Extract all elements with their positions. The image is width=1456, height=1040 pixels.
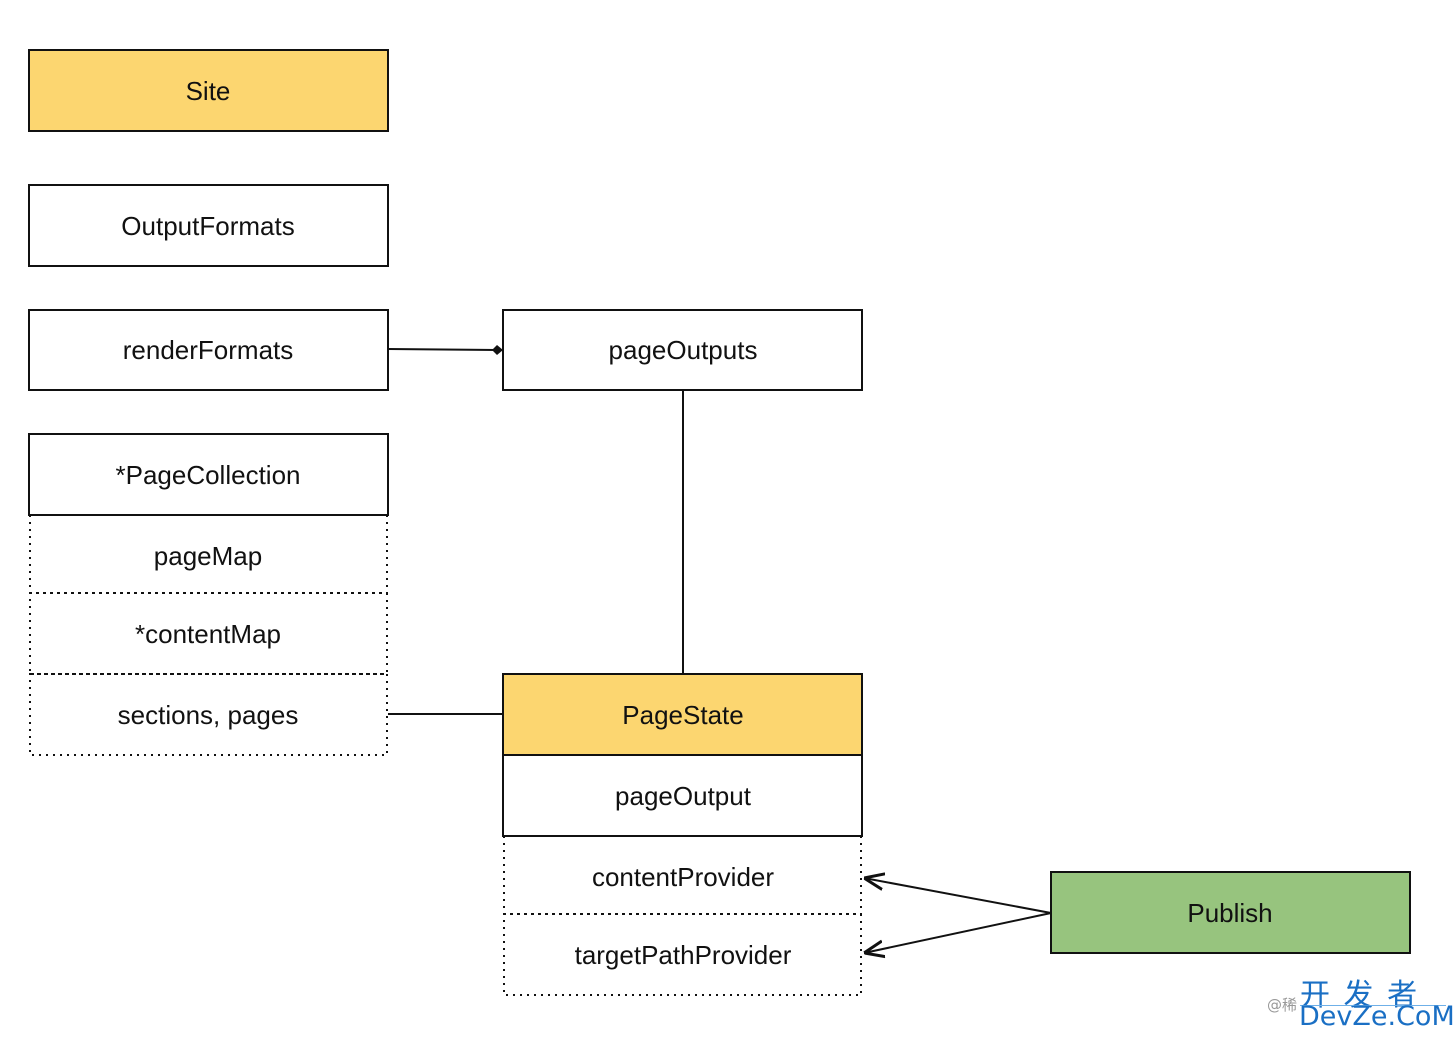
- box-page-map-label: pageMap: [154, 541, 262, 571]
- box-output-formats: OutputFormats: [28, 184, 389, 267]
- box-content-provider: contentProvider: [503, 835, 862, 915]
- box-page-output-label: pageOutput: [615, 781, 752, 811]
- connector-renderformats-pageoutputs: [387, 348, 498, 351]
- box-publish-label: Publish: [1187, 898, 1272, 928]
- box-render-formats: renderFormats: [28, 309, 389, 391]
- arrow-publish-targetpathprovider: [864, 912, 1052, 953]
- box-page-state: PageState: [502, 673, 863, 756]
- box-page-outputs: pageOutputs: [502, 309, 863, 391]
- box-target-path-provider-label: targetPathProvider: [575, 940, 792, 970]
- arrow-publish-contentprovider: [864, 878, 1052, 914]
- box-content-map: *contentMap: [29, 592, 388, 675]
- box-content-map-label: *contentMap: [135, 619, 281, 649]
- box-page-map: pageMap: [29, 514, 388, 594]
- box-page-outputs-label: pageOutputs: [609, 335, 758, 365]
- box-render-formats-label: renderFormats: [123, 335, 294, 365]
- box-page-collection: *PageCollection: [28, 433, 389, 516]
- box-content-provider-label: contentProvider: [592, 862, 774, 892]
- box-target-path-provider: targetPathProvider: [503, 913, 862, 996]
- box-output-formats-label: OutputFormats: [121, 211, 294, 241]
- box-site-label: Site: [186, 76, 231, 106]
- watermark-en: DevZe.CoM: [1299, 1001, 1455, 1032]
- diagram-canvas: Site OutputFormats renderFormats *PageCo…: [28, 49, 1411, 996]
- watermark-prefix: @稀: [1267, 996, 1298, 1014]
- diamond-icon: [492, 345, 503, 355]
- box-site: Site: [28, 49, 389, 132]
- box-sections-pages-label: sections, pages: [118, 700, 299, 730]
- box-publish: Publish: [1050, 871, 1411, 954]
- box-page-output: pageOutput: [502, 754, 863, 837]
- box-page-collection-label: *PageCollection: [115, 460, 300, 490]
- box-page-state-label: PageState: [622, 700, 743, 730]
- box-sections-pages: sections, pages: [29, 673, 388, 756]
